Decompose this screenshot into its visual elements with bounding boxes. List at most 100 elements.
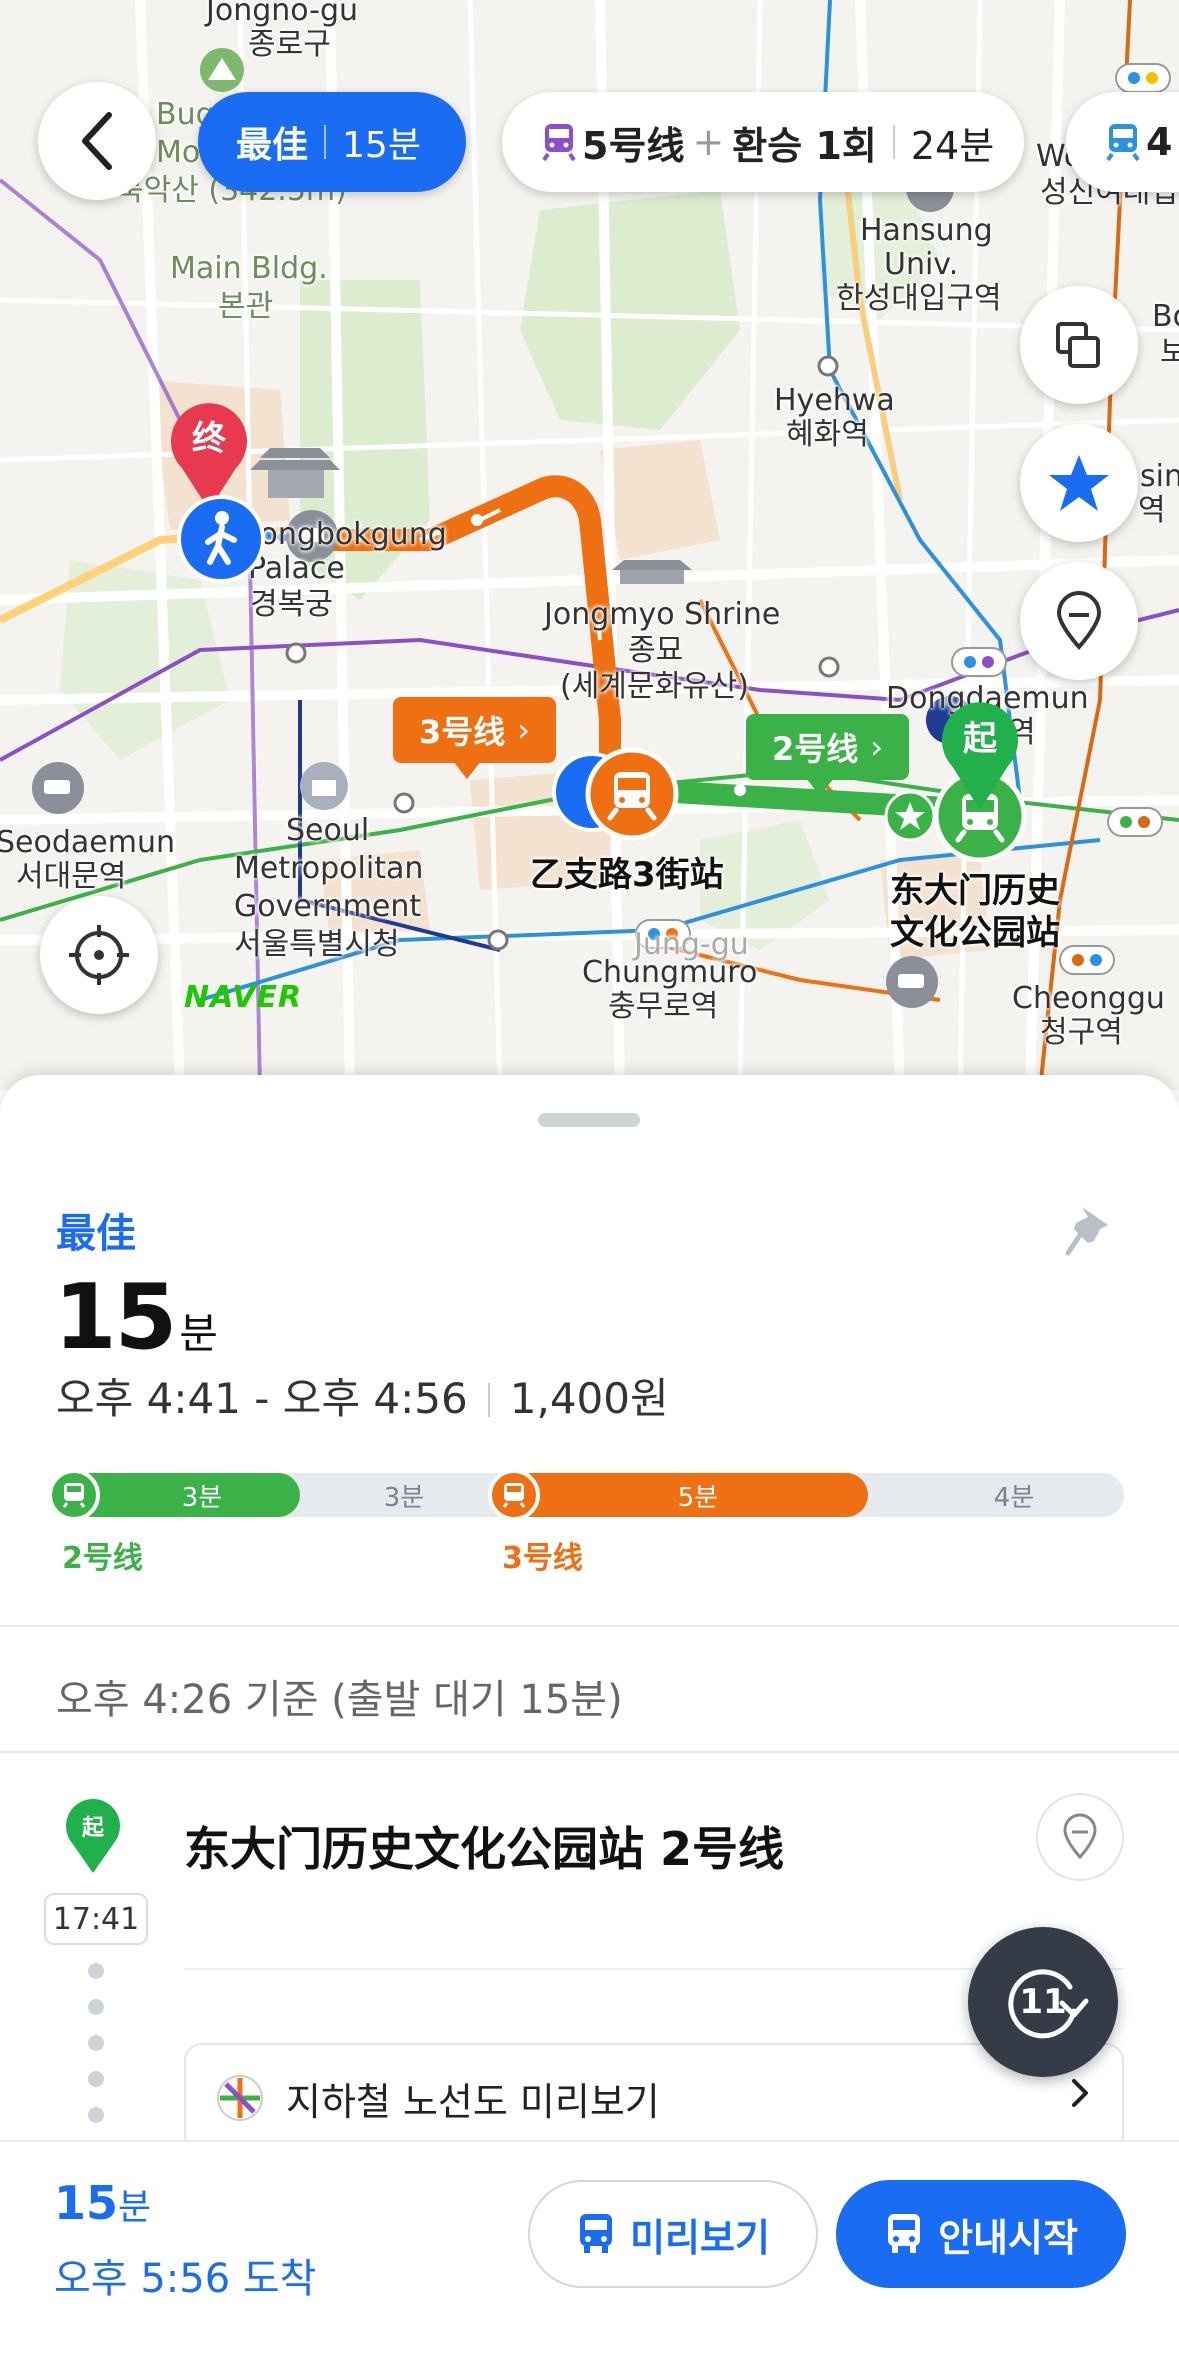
end-marker-label: 终 [192, 419, 227, 459]
location-pin-icon [1056, 591, 1102, 650]
map-label-chungmuro-ko: 충무로역 [608, 989, 719, 1024]
map-label-cheonggu-ko: 청구역 [1040, 1015, 1123, 1050]
map-label-bo: Bo [1152, 299, 1179, 334]
layers-icon [1056, 322, 1100, 368]
favorite-station-marker [884, 790, 936, 842]
map-label-ddp-2: 文化公园站 [890, 913, 1060, 953]
back-button[interactable] [38, 82, 156, 200]
layer-button[interactable] [1020, 286, 1138, 404]
location-pin-icon [1063, 1813, 1097, 1860]
location-pin-button[interactable] [1020, 562, 1138, 680]
time-range: 오후 4:41 - 오후 4:56 [56, 1374, 468, 1423]
pin-icon[interactable] [1064, 1203, 1114, 1257]
line3-station-marker[interactable] [584, 746, 680, 842]
start-pin-icon: 起 [66, 1799, 120, 1873]
bottom-action-bar: 15분 오후 5:56 도착 미리보기 안내시작 [0, 2140, 1179, 2365]
subway-icon [488, 1469, 540, 1521]
total-duration: 15분 [54, 1265, 218, 1370]
timeline-dot [88, 2107, 104, 2123]
map-label-hyehwa-ko: 혜화역 [786, 417, 869, 452]
subway-train-icon [1106, 124, 1140, 162]
timeline-dot [88, 2071, 104, 2087]
map-label-main-bldg-en: Main Bldg. [170, 251, 328, 286]
map-label-seoul-city-en2: Metropolitan [234, 851, 424, 886]
bottom-duration-unit: 분 [118, 2187, 152, 2228]
bottom-duration: 15분 [54, 2176, 151, 2230]
start-navigation-label: 안내시작 [938, 2215, 1078, 2260]
line5-route-chip-transfer: 환승 1회 [732, 123, 877, 168]
start-marker[interactable]: 起 [938, 700, 1022, 812]
line5-route-chip[interactable]: 5号线 + 환승 1회 24분 [502, 92, 1024, 192]
divider [0, 1625, 1179, 1627]
line5-route-chip-line: 5号线 [582, 123, 685, 168]
line3-route-tag[interactable]: 3号线 › [393, 697, 557, 779]
map-label-jongmyo-en: Jongmyo Shrine [544, 597, 781, 632]
start-navigation-button[interactable]: 안내시작 [836, 2180, 1126, 2288]
refresh-button[interactable]: 11 [968, 1927, 1118, 2077]
map-label-sin2: 역 [1138, 493, 1166, 528]
bus-icon [888, 2214, 921, 2253]
map-label-seodaemun-en: Seodaemun [0, 825, 175, 860]
map-label-euljiro-station: 乙支路3街站 [530, 855, 724, 895]
bus-icon [580, 2214, 613, 2253]
preview-button[interactable]: 미리보기 [528, 2180, 818, 2288]
map-label-hansung-ko: 한성대입구역 [836, 281, 1002, 316]
standby-info: 오후 4:26 기준 (출발 대기 15분) [56, 1677, 623, 1723]
line3-route-tag-label: 3号线 [419, 713, 506, 751]
my-location-button[interactable] [40, 896, 158, 1014]
total-duration-value: 15 [54, 1265, 177, 1370]
start-station-title: 东大门历史文化公园站 2号线 [184, 1822, 785, 1876]
chevron-right-icon: › [517, 711, 531, 749]
next-route-chip[interactable]: 4 [1066, 92, 1179, 192]
best-route-chip-time: 15분 [342, 125, 421, 166]
start-pin-label: 起 [81, 1816, 105, 1841]
station-location-button[interactable] [1036, 1793, 1124, 1881]
map-label-hyehwa-en: Hyehwa [774, 383, 895, 418]
subway-map-icon [217, 2075, 263, 2121]
map-label-seoul-city-ko: 서울특별시청 [234, 927, 400, 962]
plus-sign: + [692, 120, 725, 164]
subway-icon [48, 1469, 100, 1521]
line2-route-tag[interactable]: 2号线 › [746, 714, 910, 796]
map-label-sin: sin [1140, 459, 1179, 494]
timeline-dot [88, 1963, 104, 1979]
map-label-hansung-en: Hansung [860, 213, 993, 248]
start-marker-label: 起 [963, 719, 998, 759]
sheet-drag-handle[interactable] [538, 1113, 640, 1127]
timeline-dot [88, 2035, 104, 2051]
segment-wait-1: 3분 [383, 1482, 425, 1513]
segment-line2-label: 2号线 [62, 1541, 143, 1576]
crosshair-icon [69, 925, 129, 985]
divider [0, 1751, 1179, 1753]
preview-button-label: 미리보기 [630, 2215, 770, 2260]
map-label-jongno-gu-en: Jongno-gu [206, 0, 359, 28]
map-view[interactable]: Jongno-gu 종로구 Bug Mo 북악산 (342.5m) Main B… [0, 0, 1179, 1090]
next-route-chip-label: 4 [1146, 120, 1173, 164]
map-label-bo2: 보 [1160, 335, 1179, 370]
line2-route-tag-label: 2号线 [772, 730, 859, 768]
best-route-chip[interactable]: 最佳 15분 [198, 92, 466, 192]
map-label-bugak-b: Mo [156, 135, 201, 170]
refresh-countdown: 11 [1019, 1982, 1067, 2022]
total-duration-unit: 분 [179, 1309, 218, 1358]
map-label-chungmuro-en: Chungmuro [582, 955, 758, 990]
map-label-seodaemun-ko: 서대문역 [16, 859, 127, 894]
segment-line3-label: 3号线 [502, 1541, 583, 1576]
chevron-left-icon [82, 112, 112, 170]
favorite-button[interactable] [1020, 424, 1138, 542]
best-route-label: 最佳 [56, 1211, 136, 1257]
route-segment-bar: 3분 3분 5분 4분 [48, 1469, 1124, 1521]
subway-map-preview-button[interactable]: 지하철 노선도 미리보기 [184, 2043, 1124, 2153]
segment-walk: 4분 [993, 1482, 1035, 1513]
map-label-hansung-en2: Univ. [884, 247, 959, 282]
map-label-ddp-1: 东大门历史 [890, 871, 1060, 911]
departure-time: 17:41 [44, 1893, 148, 1945]
walk-person-icon [177, 495, 265, 583]
bottom-duration-value: 15 [54, 2176, 119, 2230]
arrival-time: 오후 5:56 도착 [54, 2256, 317, 2302]
subway-map-preview-label: 지하철 노선도 미리보기 [286, 2079, 660, 2124]
map-label-cheonggu-en: Cheonggu [1012, 981, 1165, 1016]
segment-line3-ride: 5분 [492, 1473, 868, 1517]
star-icon [1049, 455, 1109, 511]
naver-logo: NAVER [184, 980, 303, 1015]
